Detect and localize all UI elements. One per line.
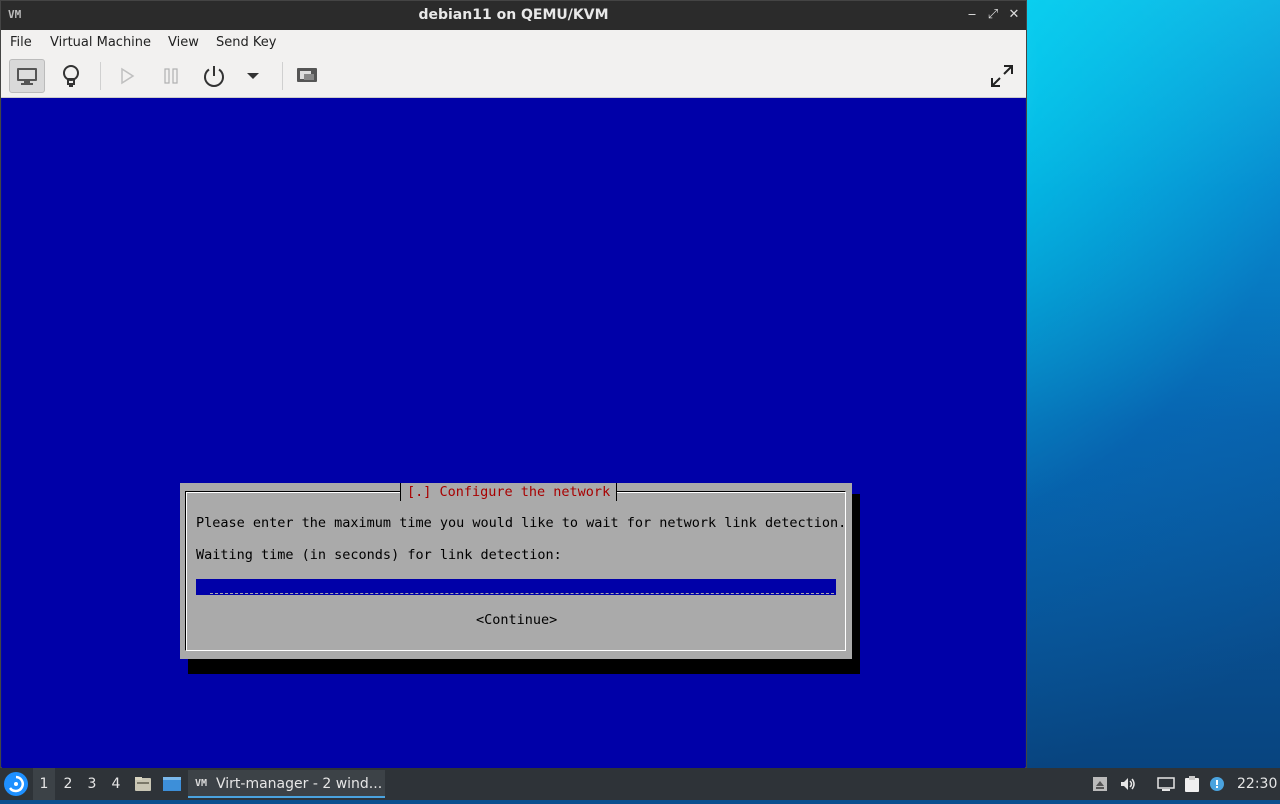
clock[interactable]: 22:30 xyxy=(1237,768,1277,800)
tray-volume[interactable] xyxy=(1118,774,1138,794)
menu-send-key[interactable]: Send Key xyxy=(216,30,276,56)
start-menu-button[interactable] xyxy=(4,772,28,796)
show-desktop-launcher[interactable] xyxy=(162,774,182,794)
clipboard-icon xyxy=(1185,776,1199,792)
menubar: File Virtual Machine View Send Key xyxy=(1,30,1026,57)
virt-manager-task-icon: VM xyxy=(195,778,208,789)
screenshot-button[interactable] xyxy=(289,59,325,93)
taskbar: 1 2 3 4 VM Virt-manager - 2 wind... 22:3… xyxy=(0,768,1280,800)
screenshot-icon xyxy=(297,68,317,82)
field-label: Waiting time (in seconds) for link detec… xyxy=(196,547,562,563)
shutdown-menu-button[interactable] xyxy=(235,59,271,93)
toolbar-separator xyxy=(282,62,283,90)
menu-view[interactable]: View xyxy=(168,30,199,56)
window-title: debian11 on QEMU/KVM xyxy=(418,7,609,23)
power-icon xyxy=(204,66,224,87)
workspace-1[interactable]: 1 xyxy=(33,768,55,800)
play-icon xyxy=(121,67,135,85)
virt-manager-window: VM debian11 on QEMU/KVM ‒ ⤢ ✕ File Virtu… xyxy=(0,0,1027,768)
vm-console-display[interactable]: [.] Configure the network Please enter t… xyxy=(2,98,1025,768)
menu-virtual-machine[interactable]: Virtual Machine xyxy=(50,30,151,56)
workspace-3[interactable]: 3 xyxy=(81,768,103,800)
folder-icon xyxy=(135,777,151,791)
network-icon xyxy=(1157,777,1175,791)
window-titlebar[interactable]: VM debian11 on QEMU/KVM ‒ ⤢ ✕ xyxy=(1,1,1026,30)
details-button[interactable] xyxy=(53,59,89,93)
close-icon[interactable]: ✕ xyxy=(1005,6,1023,24)
fullscreen-button[interactable] xyxy=(984,59,1020,93)
lightbulb-icon xyxy=(63,65,79,87)
pause-icon xyxy=(164,68,178,84)
console-icon xyxy=(17,68,37,85)
tray-network[interactable] xyxy=(1156,774,1176,794)
start-menu-icon xyxy=(8,775,24,793)
fullscreen-icon xyxy=(991,65,1013,87)
run-button[interactable] xyxy=(109,59,145,93)
dialog-title: [.] Configure the network xyxy=(400,483,618,501)
toolbar-separator xyxy=(100,62,101,90)
workspace-2[interactable]: 2 xyxy=(57,768,79,800)
tray-clipboard[interactable] xyxy=(1182,774,1202,794)
eject-icon xyxy=(1093,777,1107,791)
toolbar xyxy=(1,56,1026,98)
menu-file[interactable]: File xyxy=(10,30,32,56)
dialog-prompt: Please enter the maximum time you would … xyxy=(196,515,847,531)
shutdown-button[interactable] xyxy=(196,59,232,93)
installer-dialog: [.] Configure the network Please enter t… xyxy=(180,483,852,659)
dropdown-arrow-icon xyxy=(247,73,259,79)
input-underline xyxy=(210,593,834,594)
tray-eject[interactable] xyxy=(1090,774,1110,794)
notification-icon xyxy=(1210,777,1224,791)
link-wait-time-input[interactable]: 3 xyxy=(196,579,836,595)
console-button[interactable] xyxy=(9,59,45,93)
continue-button[interactable]: <Continue> xyxy=(476,611,557,629)
task-label: Virt-manager - 2 wind... xyxy=(216,776,383,792)
pause-button[interactable] xyxy=(153,59,189,93)
desktop-icon xyxy=(163,777,181,791)
volume-icon xyxy=(1121,778,1135,790)
file-manager-launcher[interactable] xyxy=(133,774,153,794)
taskbar-task-virt-manager[interactable]: VM Virt-manager - 2 wind... xyxy=(188,770,385,798)
workspace-4[interactable]: 4 xyxy=(105,768,127,800)
minimize-icon[interactable]: ‒ xyxy=(963,6,981,24)
tray-notifications[interactable] xyxy=(1207,774,1227,794)
maximize-icon[interactable]: ⤢ xyxy=(984,6,1002,24)
